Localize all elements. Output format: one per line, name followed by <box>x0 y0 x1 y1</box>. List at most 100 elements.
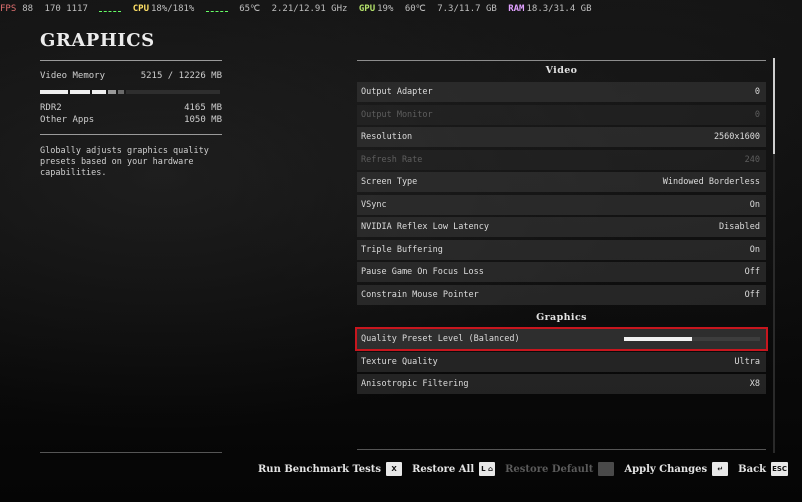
frametime-value: 170 1117 <box>44 4 88 14</box>
gpu-memory: 7.3/11.7 GB <box>437 4 497 14</box>
esc-key-icon: ESC <box>771 462 789 476</box>
setting-value: X8 <box>749 379 760 389</box>
scrollbar-thumb[interactable] <box>773 58 775 154</box>
setting-label: Texture Quality <box>361 356 438 367</box>
memory-segment-rdr2 <box>92 90 106 94</box>
cpu-graph <box>205 6 228 12</box>
video-memory-value: 5215 / 12226 MB <box>140 71 222 81</box>
rdr2-memory-row: RDR2 4165 MB <box>40 102 222 114</box>
setting-triple-buffering[interactable]: Triple Buffering On <box>357 239 766 260</box>
video-memory-row: Video Memory 5215 / 12226 MB <box>40 71 222 81</box>
setting-label: Resolution <box>361 132 413 142</box>
setting-value: On <box>749 244 760 255</box>
restore-all-label: Restore All <box>412 463 475 475</box>
performance-overlay: FPS 88 170 1117 CPU 18%/181% 65℃ 2.21/12.9… <box>0 0 592 18</box>
title-divider <box>40 60 222 61</box>
setting-label: Pause Game On Focus Loss <box>361 267 484 277</box>
fps-label: FPS <box>0 4 17 14</box>
setting-output-monitor: Output Monitor 0 <box>357 104 766 125</box>
setting-value: 2560x1600 <box>713 132 760 142</box>
back-label: Back <box>738 463 767 475</box>
setting-label: Constrain Mouse Pointer <box>361 289 479 300</box>
setting-value: Off <box>744 289 760 300</box>
setting-screen-type[interactable]: Screen Type Windowed Borderless <box>357 172 766 192</box>
cpu-temp: 65℃ <box>239 4 261 14</box>
setting-quality-preset[interactable]: Quality Preset Level (Balanced) <box>355 327 768 351</box>
setting-resolution[interactable]: Resolution 2560x1600 <box>357 127 766 147</box>
setting-label: NVIDIA Reflex Low Latency <box>361 222 489 232</box>
memory-divider <box>40 134 222 135</box>
gpu-label: GPU <box>358 4 376 14</box>
quality-preset-slider-fill <box>624 337 692 341</box>
setting-anisotropic-filtering[interactable]: Anisotropic Filtering X8 <box>357 374 766 394</box>
setting-refresh-rate: Refresh Rate 240 <box>357 149 766 170</box>
settings-list: Video Output Adapter 0 Output Monitor 0 … <box>355 60 768 397</box>
gpu-temp: 60℃ <box>404 4 426 14</box>
setting-value: 240 <box>744 154 760 165</box>
gpu-value: 19% <box>377 4 394 14</box>
back-button[interactable]: Back ESC <box>738 462 789 476</box>
cpu-label: CPU <box>132 4 149 14</box>
setting-label: Quality Preset Level (Balanced) <box>361 334 520 344</box>
settings-scrollbar[interactable] <box>773 58 775 453</box>
video-memory-bar <box>40 90 222 94</box>
action-bar: Run Benchmark Tests X Restore All L ⌂ Re… <box>258 462 798 476</box>
page-title: GRAPHICS <box>40 30 155 51</box>
panel-bottom-divider <box>357 449 766 450</box>
setting-description: Globally adjusts graphics quality preset… <box>40 146 209 178</box>
rdr2-value: 4165 MB <box>184 103 222 113</box>
setting-value: Ultra <box>734 356 760 367</box>
restore-default-button[interactable]: Restore Default ___ <box>505 462 615 476</box>
restore-all-button[interactable]: Restore All L ⌂ <box>412 462 496 476</box>
setting-value: Disabled <box>719 222 760 232</box>
section-header-graphics: Graphics <box>536 312 587 323</box>
other-apps-memory-row: Other Apps 1050 MB <box>40 114 222 126</box>
setting-label: Screen Type <box>361 177 418 187</box>
video-memory-label: Video Memory <box>40 71 106 81</box>
setting-value: On <box>749 199 760 210</box>
run-benchmark-button[interactable]: Run Benchmark Tests X <box>258 462 403 476</box>
space-key-icon: ___ <box>598 462 615 476</box>
setting-nvidia-reflex[interactable]: NVIDIA Reflex Low Latency Disabled <box>357 217 766 237</box>
ram-label: RAM <box>508 4 525 14</box>
setting-value: 0 <box>754 109 760 120</box>
setting-constrain-mouse[interactable]: Constrain Mouse Pointer Off <box>357 284 766 305</box>
apply-changes-button[interactable]: Apply Changes ↵ <box>624 462 729 476</box>
memory-segment-other <box>118 90 124 94</box>
left-bottom-divider <box>40 452 222 453</box>
section-header-video: Video <box>545 65 578 76</box>
setting-label: Anisotropic Filtering <box>361 379 469 389</box>
run-benchmark-label: Run Benchmark Tests <box>258 463 382 475</box>
x-key-icon: X <box>386 462 403 476</box>
other-apps-label: Other Apps <box>40 115 95 125</box>
enter-key-icon: ↵ <box>712 462 729 476</box>
memory-segment-rdr2 <box>70 90 90 94</box>
memory-segment-other <box>108 90 116 94</box>
memory-breakdown: RDR2 4165 MB Other Apps 1050 MB <box>40 102 222 126</box>
rdr2-label: RDR2 <box>40 103 62 113</box>
l-key-icon: L ⌂ <box>479 462 496 476</box>
frametime-graph <box>99 6 122 12</box>
restore-default-label: Restore Default <box>505 463 594 475</box>
setting-label: Output Monitor <box>361 109 433 120</box>
cpu-value: 18%/181% <box>151 4 195 14</box>
setting-label: Refresh Rate <box>361 154 423 165</box>
setting-value: Off <box>744 267 760 277</box>
memory-segment-rdr2 <box>40 90 68 94</box>
other-apps-value: 1050 MB <box>184 115 222 125</box>
info-panel: GRAPHICS Video Memory 5215 / 12226 MB RD… <box>40 30 222 179</box>
setting-vsync[interactable]: VSync On <box>357 194 766 215</box>
setting-label: Triple Buffering <box>361 244 443 255</box>
setting-pause-on-focus-loss[interactable]: Pause Game On Focus Loss Off <box>357 262 766 282</box>
setting-output-adapter[interactable]: Output Adapter 0 <box>357 82 766 102</box>
setting-label: VSync <box>361 199 387 210</box>
apply-changes-label: Apply Changes <box>624 463 708 475</box>
setting-texture-quality[interactable]: Texture Quality Ultra <box>357 351 766 372</box>
ram-value: 18.3/31.4 GB <box>526 4 592 14</box>
setting-value: 0 <box>754 87 760 97</box>
quality-preset-slider[interactable] <box>624 337 760 341</box>
memory-segment-free <box>126 90 220 94</box>
fps-value: 88 <box>22 4 34 14</box>
setting-value: Windowed Borderless <box>662 177 760 187</box>
setting-label: Output Adapter <box>361 87 433 97</box>
